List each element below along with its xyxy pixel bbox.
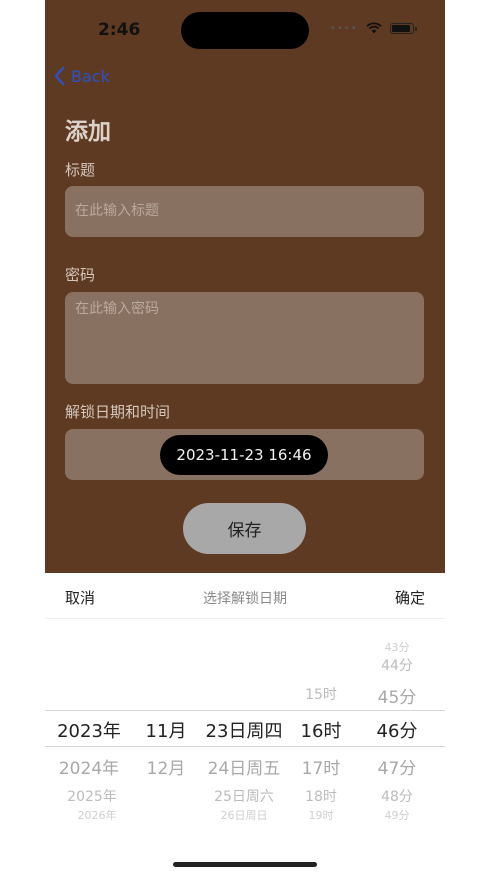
title-input[interactable]: 在此输入标题 [65,186,424,237]
picker-minute-item[interactable]: 45分 [378,683,417,708]
picker-minute-item[interactable]: 43分 [385,639,410,655]
picker-title: 选择解锁日期 [203,591,287,607]
save-button[interactable]: 保存 [183,503,306,554]
back-button[interactable]: Back [53,66,110,86]
chevron-left-icon [54,66,65,86]
picker-day-item[interactable]: 23日周四 [206,717,283,743]
picker-year-item[interactable]: 2026年 [78,807,117,823]
picker-day-item[interactable]: 24日周五 [208,754,281,779]
title-placeholder: 在此输入标题 [75,203,159,219]
unlock-date-button[interactable]: 2023-11-23 16:46 [160,435,328,475]
app-screen: 2:46 •••• Back 添加 标题 在此输入标题 密码 在此输入密码 解锁… [45,0,445,875]
picker-day-item[interactable]: 26日周日 [221,807,268,823]
picker-hour-item[interactable]: 18时 [305,786,337,806]
title-label: 标题 [65,161,96,179]
confirm-button[interactable]: 确定 [395,587,425,608]
picker-year-item[interactable]: 2025年 [67,786,117,806]
password-placeholder: 在此输入密码 [75,301,159,317]
home-indicator[interactable] [173,862,317,867]
form-background: 2:46 •••• Back 添加 标题 在此输入标题 密码 在此输入密码 解锁… [45,0,445,573]
sheet-divider [45,618,445,619]
wifi-icon [365,22,382,34]
picker-minute-item[interactable]: 46分 [377,717,418,743]
picker-minute-item[interactable]: 44分 [381,655,413,675]
picker-hour-item[interactable]: 17时 [302,754,341,779]
picker-minute-item[interactable]: 49分 [385,807,410,823]
selection-top-line [45,710,445,711]
password-label: 密码 [65,266,96,284]
picker-hour-item[interactable]: 16时 [301,717,342,743]
back-label: Back [71,66,110,86]
picker-minute-item[interactable]: 48分 [381,786,413,806]
status-icons: •••• [330,22,417,34]
date-picker-sheet: 取消 选择解锁日期 确定 2023年 2024年 2025年 2026年 11月… [45,573,445,875]
picker-day-item[interactable]: 25日周六 [214,786,274,806]
picker-month-item[interactable]: 11月 [146,717,187,743]
picker-minute-item[interactable]: 47分 [378,754,417,779]
picker-year-item[interactable]: 2024年 [59,754,119,779]
picker-hour-item[interactable]: 19时 [309,807,334,823]
battery-icon [389,22,417,34]
signal-icon: •••• [330,22,358,34]
status-time: 2:46 [98,20,141,40]
picker-month-item[interactable]: 12月 [147,754,186,779]
unlock-label: 解锁日期和时间 [65,403,171,421]
dynamic-island [181,12,309,49]
selection-bottom-line [45,746,445,747]
page-title: 添加 [65,119,111,145]
picker-year-item[interactable]: 2023年 [57,717,121,743]
picker-hour-item[interactable]: 15时 [305,684,337,704]
password-input[interactable]: 在此输入密码 [65,292,424,384]
